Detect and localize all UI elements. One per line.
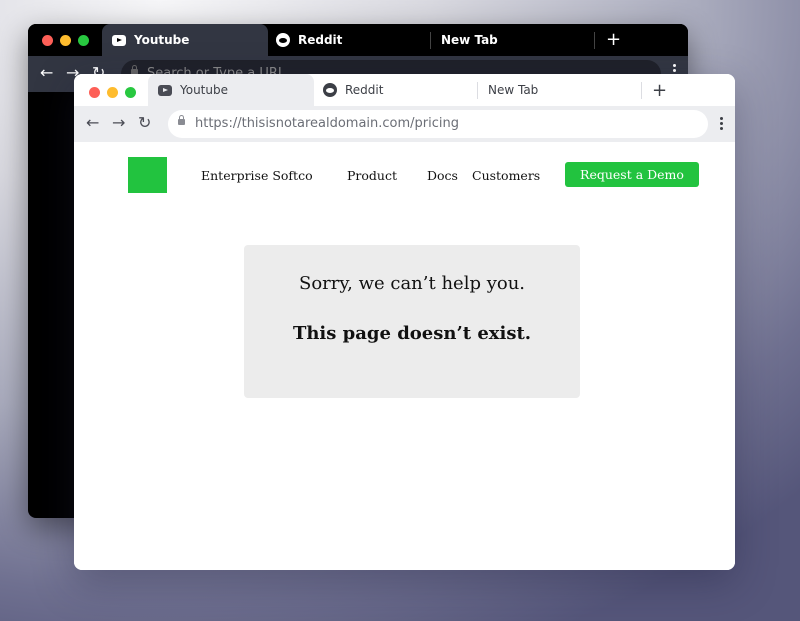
tab-new-tab[interactable]: New Tab: [488, 74, 638, 106]
tab-divider: [477, 82, 478, 99]
tab-new-tab[interactable]: New Tab: [441, 24, 591, 56]
tab-divider: [430, 32, 431, 49]
tab-bar: Youtube Reddit New Tab +: [28, 24, 688, 56]
more-options-icon[interactable]: [720, 117, 723, 130]
youtube-icon: [112, 33, 126, 47]
web-page: Enterprise Softco Product Docs Customers…: [74, 142, 735, 570]
tab-label: Reddit: [298, 33, 343, 47]
reddit-icon: [323, 83, 337, 97]
maximize-window-button[interactable]: [78, 35, 89, 46]
tab-bar: Youtube Reddit New Tab +: [74, 74, 735, 106]
new-tab-button[interactable]: +: [652, 82, 667, 100]
lock-icon: [178, 115, 185, 125]
back-arrow-icon[interactable]: ←: [40, 65, 53, 81]
tab-youtube[interactable]: Youtube: [148, 74, 314, 106]
window-controls: [89, 87, 136, 98]
youtube-icon: [158, 83, 172, 97]
window-controls: [42, 35, 89, 46]
minimize-window-button[interactable]: [60, 35, 71, 46]
tab-youtube[interactable]: Youtube: [102, 24, 268, 56]
browser-toolbar: ← → ↻ https://thisisnotarealdomain.com/p…: [74, 106, 735, 142]
close-window-button[interactable]: [42, 35, 53, 46]
tab-reddit[interactable]: Reddit: [276, 24, 426, 56]
forward-arrow-icon[interactable]: →: [112, 115, 125, 131]
close-window-button[interactable]: [89, 87, 100, 98]
reload-icon[interactable]: ↻: [138, 115, 151, 131]
front-browser-window: Youtube Reddit New Tab + ← → ↻ https://t…: [74, 74, 735, 570]
address-url: https://thisisnotarealdomain.com/pricing: [195, 116, 460, 131]
maximize-window-button[interactable]: [125, 87, 136, 98]
tab-label: New Tab: [441, 33, 498, 47]
nav-link-product[interactable]: Product: [347, 168, 397, 183]
error-card: Sorry, we can’t help you. This page does…: [244, 245, 580, 398]
nav-link-customers[interactable]: Customers: [472, 168, 540, 183]
reddit-icon: [276, 33, 290, 47]
site-logo[interactable]: [128, 157, 167, 193]
brand-name-link[interactable]: Enterprise Softco: [201, 168, 313, 183]
error-message: Sorry, we can’t help you.: [298, 273, 526, 294]
tab-label: Reddit: [345, 83, 384, 97]
tab-reddit[interactable]: Reddit: [323, 74, 473, 106]
tab-divider: [594, 32, 595, 49]
back-arrow-icon[interactable]: ←: [86, 115, 99, 131]
request-demo-button[interactable]: Request a Demo: [565, 162, 699, 187]
tab-label: Youtube: [134, 33, 190, 47]
nav-link-docs[interactable]: Docs: [427, 168, 458, 183]
tab-label: Youtube: [180, 83, 228, 97]
tab-label: New Tab: [488, 83, 539, 97]
new-tab-button[interactable]: +: [606, 31, 621, 49]
tab-divider: [641, 82, 642, 99]
address-bar[interactable]: https://thisisnotarealdomain.com/pricing: [168, 110, 708, 138]
error-heading: This page doesn’t exist.: [292, 323, 532, 344]
minimize-window-button[interactable]: [107, 87, 118, 98]
